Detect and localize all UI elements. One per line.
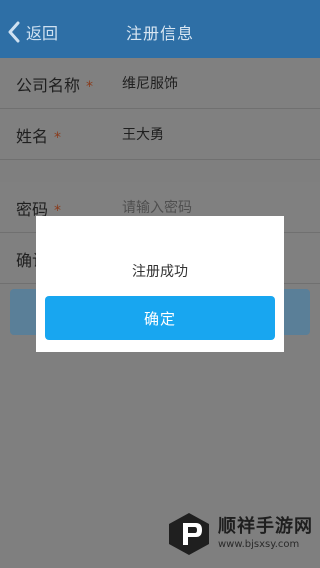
watermark-name: 顺祥手游网 xyxy=(218,516,313,537)
success-dialog: 注册成功 确定 xyxy=(36,216,284,352)
watermark-url: www.bjsxsy.com xyxy=(218,539,300,550)
watermark: 顺祥手游网 www.bjsxsy.com xyxy=(166,510,314,558)
watermark-logo-icon xyxy=(169,513,209,555)
confirm-button[interactable]: 确定 xyxy=(45,296,275,340)
dialog-message: 注册成功 xyxy=(132,264,188,280)
